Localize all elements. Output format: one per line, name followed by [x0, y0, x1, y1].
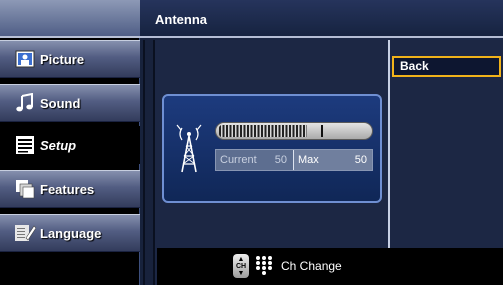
- sidebar-item-label: Language: [40, 225, 102, 241]
- column-divider: [153, 40, 155, 285]
- sidebar-item-picture[interactable]: Picture: [0, 40, 140, 78]
- ch-down-arrow-icon: ▼: [237, 269, 245, 277]
- sidebar-item-language[interactable]: Language: [0, 214, 140, 252]
- sidebar-item-label: Sound: [40, 95, 81, 111]
- column-divider: [143, 40, 145, 285]
- sidebar-item-label: Features: [40, 181, 95, 197]
- sidebar-item-setup[interactable]: Setup: [0, 126, 140, 164]
- back-button[interactable]: Back: [392, 56, 501, 77]
- antenna-tower-icon: [174, 122, 204, 179]
- sidebar-item-label: Setup: [40, 137, 77, 153]
- sidebar-item-label: Picture: [40, 51, 85, 67]
- signal-strength-meter: [215, 122, 373, 140]
- sidebar-item-sound[interactable]: Sound: [0, 84, 140, 122]
- antenna-signal-panel: Current 50 Max 50: [162, 94, 382, 203]
- sidebar-menu: Picture Sound Setup Features Language: [0, 0, 140, 285]
- features-icon: [14, 178, 36, 200]
- max-label: Max: [298, 154, 319, 166]
- signal-readout: Current 50 Max 50: [215, 149, 373, 171]
- channel-updown-icon: ▲ CH ▼: [233, 254, 249, 278]
- language-icon: [14, 222, 36, 244]
- max-value: 50: [354, 154, 367, 166]
- music-note-icon: [14, 92, 36, 114]
- current-level-field: Current 50: [216, 150, 292, 170]
- signal-level-fill: [219, 125, 307, 137]
- max-level-field: Max 50: [293, 150, 372, 170]
- ch-icon-text: CH: [235, 262, 247, 270]
- signal-max-marker: [321, 125, 323, 137]
- sidebar-top-cap: [0, 0, 140, 38]
- number-keypad-icon: [255, 255, 273, 280]
- channel-change-hint: Ch Change: [281, 259, 342, 273]
- tv-setup-screen: Picture Sound Setup Features Language An…: [0, 0, 503, 285]
- sidebar-item-features[interactable]: Features: [0, 170, 140, 208]
- ch-up-arrow-icon: ▲: [237, 255, 245, 263]
- picture-icon: [14, 48, 36, 70]
- header-bar: Antenna: [140, 0, 503, 38]
- page-title: Antenna: [155, 12, 207, 27]
- help-bar: ▲ CH ▼ Ch Change: [157, 248, 503, 285]
- setup-list-icon: [14, 134, 36, 156]
- current-value: 50: [274, 154, 287, 166]
- current-label: Current: [220, 154, 257, 166]
